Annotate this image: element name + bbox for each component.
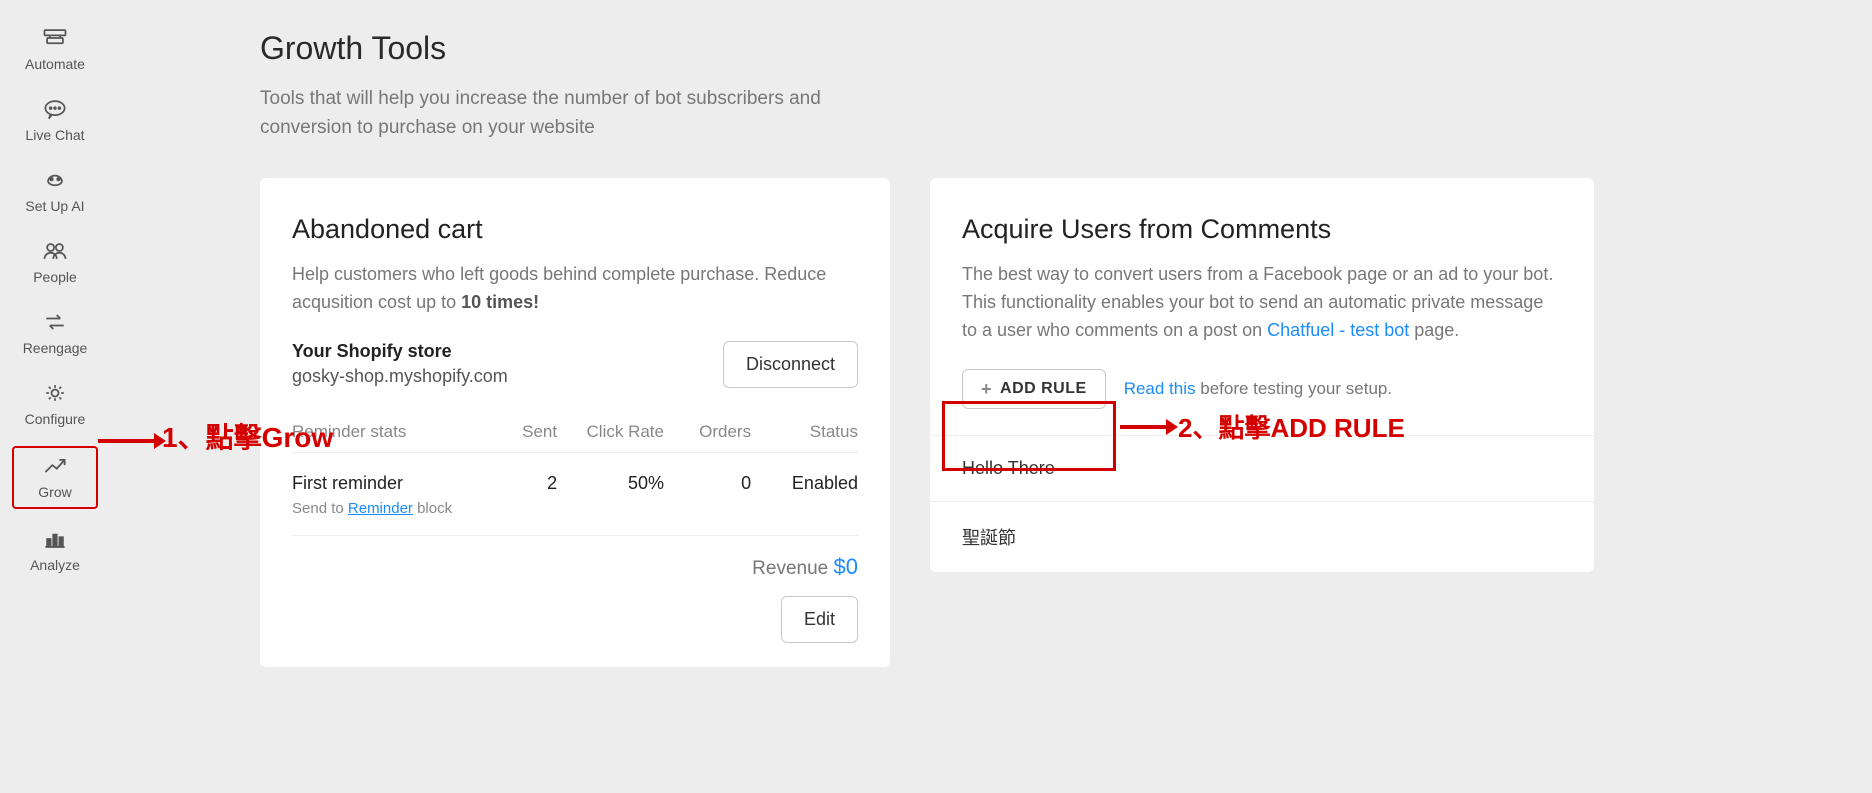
shopify-store-url: gosky-shop.myshopify.com bbox=[292, 366, 508, 387]
main-content: Growth Tools Tools that will help you in… bbox=[110, 0, 1872, 793]
cell-click: 50% bbox=[565, 473, 664, 494]
sidebar-item-configure[interactable]: Configure bbox=[12, 375, 98, 434]
sidebar-item-grow[interactable]: Grow bbox=[12, 446, 98, 509]
sidebar-item-label: Set Up AI bbox=[25, 199, 84, 213]
revenue-amount: $0 bbox=[834, 554, 858, 579]
sidebar-item-label: Live Chat bbox=[25, 128, 84, 142]
sidebar: Automate Live Chat Set Up AI bbox=[0, 0, 110, 793]
col-status: Status bbox=[759, 422, 858, 442]
plus-icon: + bbox=[981, 380, 992, 398]
shopify-store-info: Your Shopify store gosky-shop.myshopify.… bbox=[292, 341, 508, 387]
sidebar-item-label: Automate bbox=[25, 57, 85, 71]
people-icon bbox=[41, 239, 69, 266]
disconnect-button[interactable]: Disconnect bbox=[723, 341, 858, 388]
add-rule-button[interactable]: + ADD RULE bbox=[962, 369, 1106, 409]
edit-button[interactable]: Edit bbox=[781, 596, 858, 643]
analyze-icon bbox=[41, 527, 69, 554]
shopify-store-label: Your Shopify store bbox=[292, 341, 508, 362]
automate-icon bbox=[41, 26, 69, 53]
abandoned-cart-card: Abandoned cart Help customers who left g… bbox=[260, 178, 890, 667]
page-subtitle: Tools that will help you increase the nu… bbox=[260, 85, 880, 142]
sidebar-item-analyze[interactable]: Analyze bbox=[12, 521, 98, 580]
sidebar-item-automate[interactable]: Automate bbox=[12, 20, 98, 79]
abandoned-cart-title: Abandoned cart bbox=[292, 214, 858, 245]
read-this-line: Read this before testing your setup. bbox=[1124, 379, 1392, 399]
sidebar-item-reengage[interactable]: Reengage bbox=[12, 304, 98, 363]
cell-name: First reminder bbox=[292, 473, 480, 494]
reminder-block-link[interactable]: Reminder bbox=[348, 500, 413, 517]
acquire-users-card: Acquire Users from Comments The best way… bbox=[930, 178, 1594, 572]
col-orders: Orders bbox=[672, 422, 751, 442]
reengage-icon bbox=[41, 310, 69, 337]
reminder-stats-row: First reminder 2 50% 0 Enabled bbox=[292, 453, 858, 500]
chat-icon bbox=[41, 97, 69, 124]
abandoned-cart-desc: Help customers who left goods behind com… bbox=[292, 261, 858, 317]
page-title: Growth Tools bbox=[260, 30, 1842, 67]
cell-orders: 0 bbox=[672, 473, 751, 494]
acquire-title: Acquire Users from Comments bbox=[962, 214, 1562, 245]
cell-sent: 2 bbox=[488, 473, 557, 494]
sidebar-item-label: Reengage bbox=[23, 341, 88, 355]
acquire-desc: The best way to convert users from a Fac… bbox=[962, 261, 1562, 345]
rule-item[interactable]: 聖誕節 bbox=[930, 501, 1594, 572]
ai-icon bbox=[41, 168, 69, 195]
col-click: Click Rate bbox=[565, 422, 664, 442]
sidebar-item-label: Analyze bbox=[30, 558, 80, 572]
grow-icon bbox=[41, 454, 69, 481]
chatfuel-page-link[interactable]: Chatfuel - test bot bbox=[1267, 320, 1409, 340]
revenue-row: Revenue $0 bbox=[292, 536, 858, 586]
sidebar-item-label: People bbox=[33, 270, 77, 284]
col-sent: Sent bbox=[488, 422, 557, 442]
send-to-line: Send to Reminder block bbox=[292, 500, 858, 536]
sidebar-item-label: Grow bbox=[38, 485, 71, 499]
rule-item[interactable]: Hello There bbox=[930, 435, 1594, 501]
sidebar-item-label: Configure bbox=[25, 412, 86, 426]
cell-status: Enabled bbox=[759, 473, 858, 494]
sidebar-item-livechat[interactable]: Live Chat bbox=[12, 91, 98, 150]
sidebar-item-people[interactable]: People bbox=[12, 233, 98, 292]
gear-icon bbox=[41, 381, 69, 408]
read-this-link[interactable]: Read this bbox=[1124, 379, 1196, 398]
col-name: Reminder stats bbox=[292, 422, 480, 442]
sidebar-item-setupai[interactable]: Set Up AI bbox=[12, 162, 98, 221]
reminder-stats-header: Reminder stats Sent Click Rate Orders St… bbox=[292, 416, 858, 453]
